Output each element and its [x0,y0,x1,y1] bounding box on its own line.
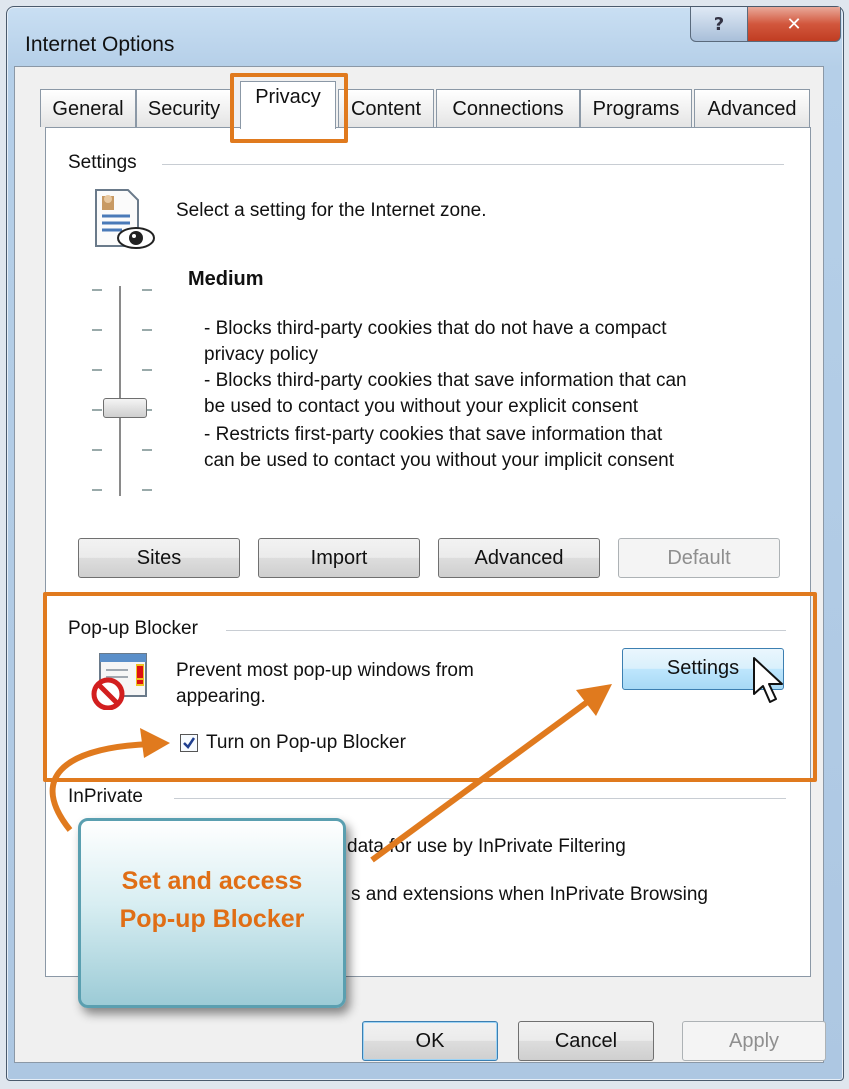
inprivate-line1: data for use by InPrivate Filtering [347,836,626,857]
sites-button[interactable]: Sites [78,538,240,578]
tab-connections[interactable]: Connections [436,89,580,127]
default-button[interactable]: Default [618,538,780,578]
window-title: Internet Options [25,33,175,56]
privacy-detail-line2: privacy policy [204,344,319,365]
settings-description: Select a setting for the Internet zone. [176,200,487,221]
inprivate-line2: s and extensions when InPrivate Browsing [351,884,708,905]
settings-group-label: Settings [68,152,137,173]
cancel-button[interactable]: Cancel [518,1021,654,1061]
tab-general[interactable]: General [40,89,136,127]
tab-content[interactable]: Content [338,89,434,127]
tab-security[interactable]: Security [136,89,232,127]
privacy-detail-line4: be used to contact you without your expl… [204,396,639,417]
slider-thumb[interactable] [103,398,147,418]
ok-button[interactable]: OK [362,1021,498,1061]
callout-line1: Set and access [121,867,303,895]
advanced-button[interactable]: Advanced [438,538,600,578]
close-button[interactable]: ✕ [747,7,841,42]
privacy-detail-line6: can be used to contact you without your … [204,450,674,471]
popup-blocker-highlight [43,592,817,782]
settings-group-divider [162,164,784,165]
annotation-callout: Set and access Pop-up Blocker [78,818,346,1008]
apply-button[interactable]: Apply [682,1021,826,1061]
privacy-level-slider[interactable] [88,280,168,500]
import-button[interactable]: Import [258,538,420,578]
tab-programs[interactable]: Programs [580,89,692,127]
tab-advanced[interactable]: Advanced [694,89,810,127]
privacy-level-name: Medium [188,268,264,290]
tab-privacy[interactable]: Privacy [240,81,336,129]
privacy-detail-line3: - Blocks third-party cookies that save i… [204,370,687,391]
privacy-detail-line5: - Restricts first-party cookies that sav… [204,424,663,445]
callout-line2: Pop-up Blocker [119,905,305,933]
privacy-report-icon [88,188,158,254]
inprivate-group-divider [174,798,786,799]
privacy-detail-line1: - Blocks third-party cookies that do not… [204,318,667,339]
inprivate-group-label: InPrivate [68,786,143,807]
help-button[interactable]: ? [690,7,748,42]
